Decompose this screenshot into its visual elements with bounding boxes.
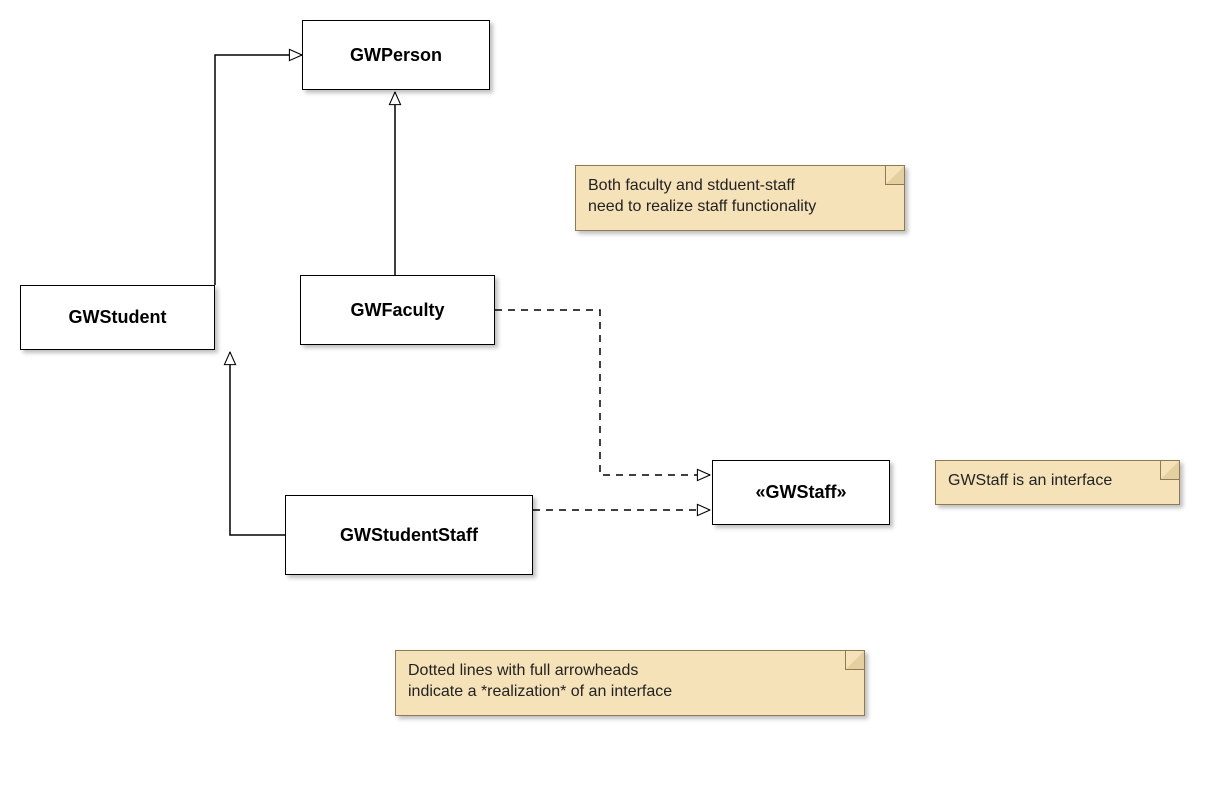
- note-gwstaff-interface: GWStaff is an interface: [935, 460, 1180, 505]
- note-staff-functionality: Both faculty and stduent-staff need to r…: [575, 165, 905, 231]
- class-gwfaculty: GWFaculty: [300, 275, 495, 345]
- class-gwstudent: GWStudent: [20, 285, 215, 350]
- edge-studentstaff-to-student: [230, 352, 285, 535]
- note-line: Both faculty and stduent-staff: [588, 176, 890, 197]
- note-line: GWStaff is an interface: [948, 471, 1165, 492]
- class-gwstaff: «GWStaff»: [712, 460, 890, 525]
- note-fold-icon: [845, 651, 864, 670]
- edge-faculty-to-staff: [495, 310, 710, 475]
- class-label: GWPerson: [350, 45, 442, 66]
- note-fold-icon: [885, 166, 904, 185]
- class-gwperson: GWPerson: [302, 20, 490, 90]
- class-gwstudentstaff: GWStudentStaff: [285, 495, 533, 575]
- note-fold-icon: [1160, 461, 1179, 480]
- class-label: GWStudentStaff: [340, 525, 478, 546]
- note-realization-explained: Dotted lines with full arrowheads indica…: [395, 650, 865, 716]
- class-label: «GWStaff»: [755, 482, 846, 503]
- edge-student-to-person: [215, 55, 302, 285]
- note-line: indicate a *realization* of an interface: [408, 682, 850, 703]
- note-line: Dotted lines with full arrowheads: [408, 661, 850, 682]
- class-label: GWFaculty: [350, 300, 444, 321]
- uml-diagram: GWPerson GWStudent GWFaculty GWStudentSt…: [0, 0, 1210, 790]
- note-line: need to realize staff functionality: [588, 197, 890, 218]
- class-label: GWStudent: [69, 307, 167, 328]
